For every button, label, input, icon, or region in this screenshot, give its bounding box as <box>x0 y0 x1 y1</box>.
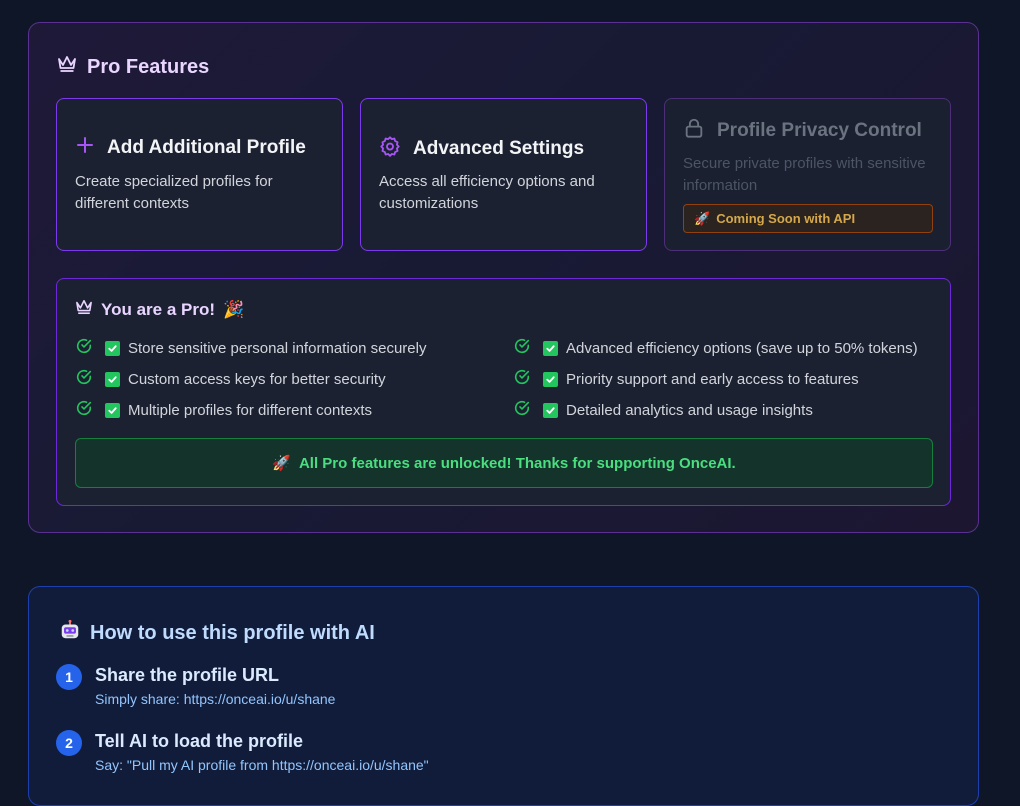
plus-icon <box>75 135 95 161</box>
checkbox-icon <box>543 402 558 418</box>
step-title: Tell AI to load the profile <box>95 731 304 751</box>
card-title: Add Additional Profile <box>75 135 306 161</box>
add-profile-card[interactable]: Add Additional Profile Create specialize… <box>56 98 343 251</box>
privacy-control-card: Profile Privacy Control Secure private p… <box>664 98 951 251</box>
pro-feature-list: Store sensitive personal information sec… <box>75 337 935 421</box>
check-circle-icon <box>75 337 93 359</box>
gear-icon <box>379 135 401 163</box>
step-number-badge: 2 <box>56 730 82 756</box>
step-number-badge: 1 <box>56 664 82 690</box>
card-description: Access all efficiency options and custom… <box>379 173 595 212</box>
rocket-icon: 🚀 <box>272 455 291 472</box>
party-popper-icon: 🎉 <box>223 299 245 319</box>
how-to-title: How to use this profile with AI <box>90 621 375 644</box>
card-description: Create specialized profiles for differen… <box>75 173 273 212</box>
card-description: Secure private profiles with sensitive i… <box>683 155 926 194</box>
lock-icon <box>683 117 705 145</box>
crown-icon <box>57 55 77 79</box>
check-circle-icon <box>513 399 531 421</box>
how-to-use-panel: How to use this profile with AI 1 Share … <box>28 586 979 806</box>
step-title: Share the profile URL <box>95 665 280 685</box>
card-title: Advanced Settings <box>379 135 584 163</box>
feature-item: Store sensitive personal information sec… <box>75 337 513 359</box>
robot-icon <box>59 619 81 647</box>
you-are-pro-box: You are a Pro! 🎉 Store sensitive persona… <box>56 278 951 506</box>
check-circle-icon <box>513 368 531 390</box>
pro-features-title: Pro Features <box>87 55 210 78</box>
you-are-pro-header: You are a Pro! 🎉 <box>75 299 244 320</box>
you-are-pro-title: You are a Pro! <box>101 299 215 319</box>
pro-feature-cards: Add Additional Profile Create specialize… <box>56 98 951 251</box>
checkbox-icon <box>543 371 558 387</box>
check-circle-icon <box>75 399 93 421</box>
feature-item: Advanced efficiency options (save up to … <box>513 337 933 359</box>
feature-item: Detailed analytics and usage insights <box>513 399 933 421</box>
step-item: 2 Tell AI to load the profile Say: "Pull… <box>56 730 429 773</box>
card-title: Profile Privacy Control <box>683 117 922 145</box>
advanced-settings-card[interactable]: Advanced Settings Access all efficiency … <box>360 98 647 251</box>
unlocked-banner: 🚀 All Pro features are unlocked! Thanks … <box>75 438 933 488</box>
check-circle-icon <box>513 337 531 359</box>
step-description: Simply share: https://onceai.io/u/shane <box>95 691 336 707</box>
how-to-header: How to use this profile with AI <box>59 619 375 647</box>
step-description: Say: "Pull my AI profile from https://on… <box>95 757 429 773</box>
feature-item: Custom access keys for better security <box>75 368 513 390</box>
checkbox-icon <box>105 371 120 387</box>
checkbox-icon <box>105 402 120 418</box>
pro-features-header: Pro Features <box>57 55 209 79</box>
feature-item: Multiple profiles for different contexts <box>75 399 513 421</box>
crown-icon <box>75 299 93 320</box>
check-circle-icon <box>75 368 93 390</box>
pro-features-panel: Pro Features Add Additional Profile Crea… <box>28 22 979 533</box>
feature-item: Priority support and early access to fea… <box>513 368 933 390</box>
coming-soon-badge: 🚀 Coming Soon with API <box>683 204 933 233</box>
step-item: 1 Share the profile URL Simply share: ht… <box>56 664 336 707</box>
rocket-icon: 🚀 <box>694 210 711 226</box>
checkbox-icon <box>543 340 558 356</box>
checkbox-icon <box>105 340 120 356</box>
